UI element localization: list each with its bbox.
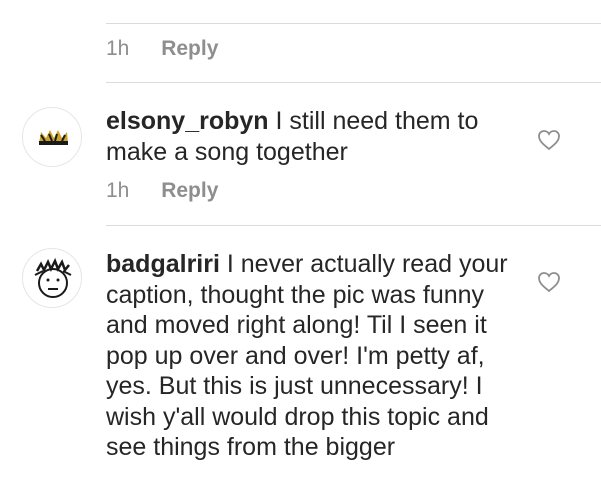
previous-comment-meta: 1h Reply: [106, 37, 218, 61]
top-divider: [106, 23, 601, 24]
previous-comment-time: 1h: [106, 37, 130, 60]
heart-outline-icon[interactable]: [537, 129, 561, 151]
heart-outline-icon[interactable]: [537, 271, 561, 293]
comment-divider: [106, 225, 601, 226]
comment-meta: 1h Reply: [106, 179, 218, 203]
comment-username[interactable]: elsony_robyn: [106, 107, 269, 135]
cartoon-face-icon: [34, 257, 72, 298]
comment-reply-button[interactable]: Reply: [161, 179, 218, 202]
comment-text: elsony_robyn I still need them to make a…: [106, 106, 516, 167]
crown-icon: [39, 130, 68, 145]
comment-body: I never actually read your caption, thou…: [106, 250, 508, 461]
avatar[interactable]: [22, 107, 82, 167]
comment-time: 1h: [106, 179, 130, 202]
comment-divider: [106, 82, 601, 83]
previous-comment-reply-button[interactable]: Reply: [161, 37, 218, 60]
avatar[interactable]: [22, 248, 82, 308]
comment-text: badgalriri I never actually read your ca…: [106, 249, 516, 463]
comment-username[interactable]: badgalriri: [106, 250, 220, 278]
